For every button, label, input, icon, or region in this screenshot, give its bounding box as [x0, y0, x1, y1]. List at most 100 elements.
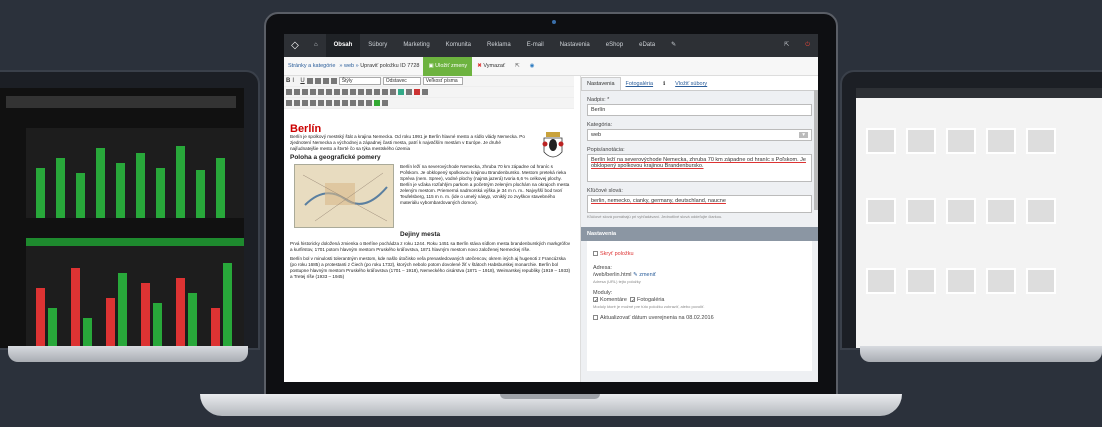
gallery-checkbox[interactable]: ✓	[629, 297, 636, 304]
spellcheck-icon[interactable]	[374, 100, 380, 106]
text-color-icon[interactable]	[414, 89, 420, 95]
power-icon[interactable]: ⏻	[797, 34, 818, 57]
coat-of-arms-image	[540, 130, 566, 164]
save-button[interactable]: ▣ Uložiť zmeny	[423, 56, 473, 76]
tab-vlozit-subory[interactable]: Vložiť súbory	[670, 78, 712, 90]
row-icon[interactable]	[294, 100, 300, 106]
nav-edata[interactable]: eData	[631, 34, 663, 57]
tab-fotogaleria[interactable]: Fotogaléria	[621, 78, 659, 90]
category-select[interactable]: web ▾	[587, 129, 812, 141]
nav-eshop[interactable]: eShop	[598, 34, 631, 57]
outdent-icon[interactable]	[342, 89, 348, 95]
category-value: web	[591, 132, 602, 138]
bg-color-icon[interactable]	[422, 89, 428, 95]
nav-marketing[interactable]: Marketing	[395, 34, 437, 57]
fullscreen-icon[interactable]	[366, 100, 372, 106]
hide-item-label: Skryť položku	[600, 251, 634, 257]
sub-navigation: Stránky a kategórie » web » Upraviť polo…	[284, 56, 818, 76]
keywords-hint: Kľúčové slová pomáhajú pri vyhľadávaní. …	[587, 214, 723, 219]
article-content[interactable]: Berlín Berlín je spolkový mestský štát a…	[286, 122, 574, 382]
indent-icon[interactable]	[350, 89, 356, 95]
align-center-icon[interactable]	[314, 78, 321, 84]
cms-screen: ◇ ⌂ Obsah Súbory Marketing Komunita Rekl…	[284, 34, 818, 382]
sup-icon[interactable]	[342, 100, 348, 106]
style-select[interactable]: Štýly	[338, 77, 381, 85]
address-change-link[interactable]: zmeniť	[639, 272, 656, 278]
nav-obsah[interactable]: Obsah	[325, 34, 361, 57]
update-date-label: Aktualizovať dátum uverejnenia na 08.02.…	[600, 315, 714, 321]
find-icon[interactable]	[318, 89, 324, 95]
media-icon[interactable]	[358, 100, 364, 106]
scrollbar[interactable]	[814, 90, 818, 210]
keywords-input[interactable]: berlin, nemecko, cianky, germany, deutsc…	[587, 195, 812, 213]
nav-komunita[interactable]: Komunita	[438, 34, 479, 57]
update-date-checkbox[interactable]	[593, 315, 598, 321]
comments-label: Komentáre	[600, 297, 627, 303]
remove-format-icon[interactable]	[326, 100, 332, 106]
paste-icon[interactable]	[302, 89, 308, 95]
nav-reklama[interactable]: Reklama	[479, 34, 519, 57]
laptop-base	[200, 394, 902, 416]
diamond-logo-icon[interactable]: ◇	[284, 34, 306, 57]
tab-nastavenia[interactable]: Nastavenia	[581, 77, 621, 90]
image-icon[interactable]	[398, 89, 404, 95]
nav-subory[interactable]: Súbory	[360, 34, 395, 57]
comments-checkbox[interactable]: ✓	[593, 297, 599, 304]
settings-sidepanel: Nastavenia Fotogaléria ℹ Vložiť súbory N…	[580, 76, 818, 382]
sub-icon[interactable]	[334, 100, 340, 106]
col-icon[interactable]	[302, 100, 308, 106]
italic-icon[interactable]: I	[292, 78, 298, 84]
bold-icon[interactable]: B	[286, 78, 290, 84]
share-icon[interactable]: ⇱	[776, 34, 797, 57]
title-input[interactable]: Berlín	[587, 104, 812, 116]
editor-toolbar-row3	[284, 98, 574, 109]
background-laptop-right	[840, 70, 1102, 350]
gallery-label: Fotogaléria	[636, 297, 665, 303]
copy-icon[interactable]	[294, 89, 300, 95]
globe-icon[interactable]: ◉	[525, 63, 540, 69]
perex-label: Popis/anotácia:	[587, 147, 625, 153]
gallery-screen	[856, 88, 1102, 348]
align-right-icon[interactable]	[322, 78, 329, 84]
cleanup-icon[interactable]	[406, 89, 412, 95]
hide-item-checkbox[interactable]	[593, 251, 598, 257]
delete-button[interactable]: ✖ Vymazať	[472, 63, 510, 69]
wrench-icon[interactable]: ✎	[663, 34, 684, 57]
table-icon[interactable]	[286, 100, 292, 106]
editor-toolbar-row2	[284, 87, 574, 98]
font-size-select[interactable]: Veľkosť písma	[422, 77, 463, 85]
breadcrumb-web[interactable]: web	[344, 63, 354, 69]
home-icon[interactable]: ⌂	[306, 34, 326, 57]
bullet-list-icon[interactable]	[326, 89, 332, 95]
charmap-icon[interactable]	[350, 100, 356, 106]
anchor-icon[interactable]	[390, 89, 396, 95]
hr-icon[interactable]	[318, 100, 324, 106]
hide-item-row: Skryť položku	[593, 251, 806, 257]
align-justify-icon[interactable]	[330, 78, 337, 84]
historic-map-image	[294, 164, 394, 228]
number-list-icon[interactable]	[334, 89, 340, 95]
cut-icon[interactable]	[286, 89, 292, 95]
delete-button-label: Vymazať	[483, 63, 506, 69]
article-paragraph-4: Berlín bol v minulosti tolerantným mesto…	[290, 256, 571, 279]
paste-text-icon[interactable]	[310, 89, 316, 95]
address-row: /web/berlin.html ✎ zmeniť	[593, 272, 806, 278]
article-paragraph-1: Berlín je spolkový mestský štát a krajin…	[290, 134, 525, 151]
nav-email[interactable]: E-mail	[519, 34, 552, 57]
laptop-frame: ◇ ⌂ Obsah Súbory Marketing Komunita Rekl…	[264, 12, 838, 400]
unlink-icon[interactable]	[382, 89, 388, 95]
breadcrumb-root[interactable]: Stránky a kategórie	[284, 63, 339, 69]
merge-icon[interactable]	[310, 100, 316, 106]
info-icon[interactable]: ℹ	[658, 78, 670, 90]
align-left-icon[interactable]	[306, 78, 313, 84]
underline-icon[interactable]: U	[300, 78, 304, 84]
external-link-icon[interactable]: ⇱	[510, 63, 525, 69]
nav-nastavenia[interactable]: Nastavenia	[552, 34, 598, 57]
html-source-icon[interactable]	[382, 100, 388, 106]
link-icon[interactable]	[374, 89, 380, 95]
background-laptop-left	[0, 70, 260, 350]
perex-textarea[interactable]: Berlín leží na severovýchode Nemecka, zh…	[587, 154, 812, 182]
format-select[interactable]: Odstavec	[382, 77, 421, 85]
undo-icon[interactable]	[358, 89, 364, 95]
redo-icon[interactable]	[366, 89, 372, 95]
